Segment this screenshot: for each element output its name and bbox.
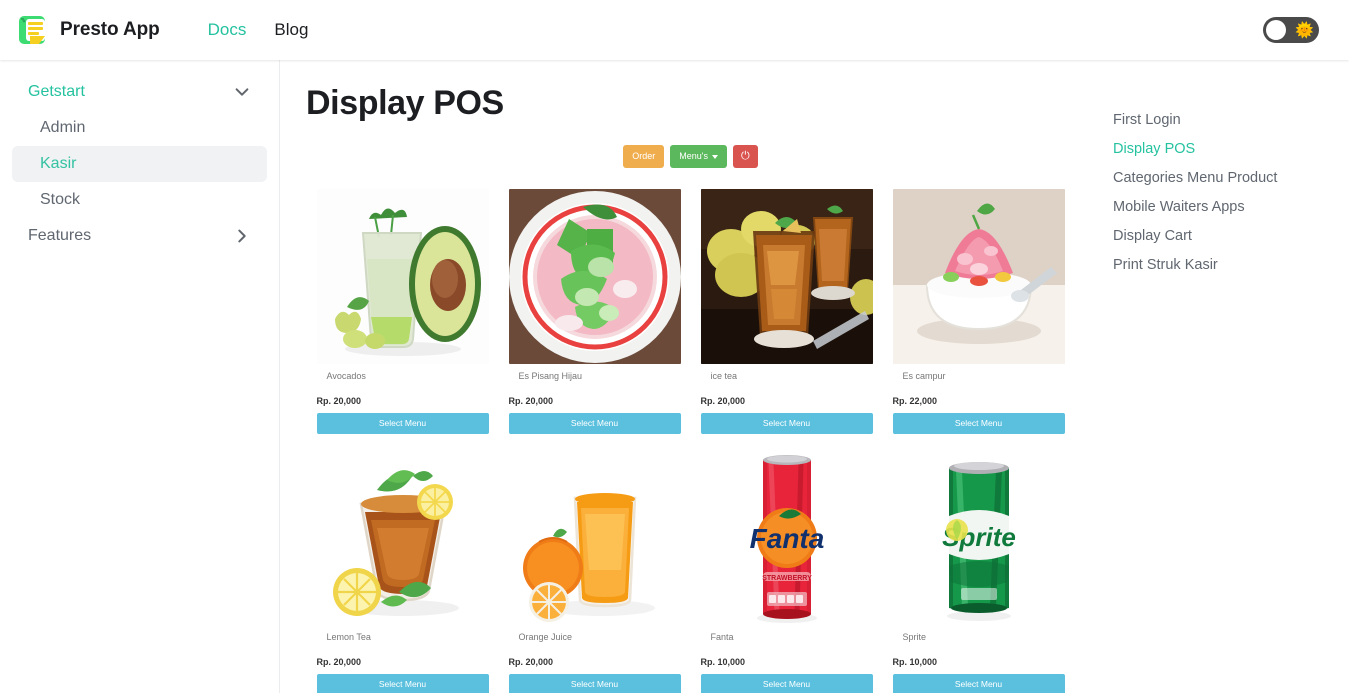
product-card[interactable]: Orange Juice Rp. 20,000 Select Menu [508, 450, 681, 693]
product-name: Avocados [326, 371, 366, 381]
product-price: Rp. 10,000 [892, 657, 938, 667]
toc-item-display-cart[interactable]: Display Cart [1113, 222, 1329, 251]
chevron-right-icon[interactable] [233, 227, 251, 245]
brand-link[interactable]: Presto App [18, 14, 160, 46]
nav-link-blog[interactable]: Blog [260, 16, 322, 44]
power-icon: ⏻ [741, 150, 750, 162]
svg-text:Fanta: Fanta [749, 523, 824, 554]
toc-item-print-struk-kasir[interactable]: Print Struk Kasir [1113, 251, 1329, 280]
product-name: Orange Juice [518, 632, 573, 642]
product-name: Lemon Tea [326, 632, 371, 642]
product-price: Rp. 20,000 [700, 396, 746, 406]
select-menu-button[interactable]: Select Menu [508, 413, 681, 434]
product-image-es-campur [892, 189, 1065, 364]
sidebar-item-label: Stock [40, 191, 81, 208]
product-card[interactable]: Sprite Sprite Rp. 10,000 Select Menu [892, 450, 1065, 693]
product-card[interactable]: ice tea Rp. 20,000 Select Menu [700, 189, 873, 434]
product-name: Es Pisang Hijau [518, 371, 583, 381]
select-menu-button[interactable]: Select Menu [892, 413, 1065, 434]
product-card[interactable]: Es campur Rp. 22,000 Select Menu [892, 189, 1065, 434]
sidebar-item-label: Getstart [28, 83, 85, 100]
select-menu-button[interactable]: Select Menu [700, 674, 873, 693]
product-card[interactable]: Es Pisang Hijau Rp. 20,000 Select Menu [508, 189, 681, 434]
sidebar-item-features[interactable]: Features [12, 218, 267, 254]
select-menu-button[interactable]: Select Menu [892, 674, 1065, 693]
select-menu-button[interactable]: Select Menu [508, 674, 681, 693]
product-price: Rp. 20,000 [508, 657, 554, 667]
product-price: Rp. 20,000 [316, 396, 362, 406]
product-card[interactable]: Lemon Tea Rp. 20,000 Select Menu [316, 450, 489, 693]
product-price: Rp. 20,000 [508, 396, 554, 406]
nav-link-docs[interactable]: Docs [194, 16, 261, 44]
product-image-ice-tea [700, 189, 873, 364]
product-image-orange-juice [508, 450, 681, 625]
caret-down-icon [712, 154, 719, 159]
order-button[interactable]: Order [623, 145, 665, 168]
product-card[interactable]: Fanta STRAWBERRY Fanta Rp. 10,000 Select… [700, 450, 873, 693]
sidebar-item-label: Features [28, 227, 92, 244]
select-menu-button[interactable]: Select Menu [700, 413, 873, 434]
toc-item-categories-menu-product[interactable]: Categories Menu Product [1113, 164, 1329, 193]
page-body: Getstart Admin Kasir Stock Features Disp… [0, 60, 1349, 693]
product-price: Rp. 22,000 [892, 396, 938, 406]
product-price: Rp. 10,000 [700, 657, 746, 667]
sidebar-item-label: Kasir [40, 155, 77, 172]
product-image-es-pisang-hijau [508, 189, 681, 364]
product-image-fanta-can: Fanta STRAWBERRY [700, 450, 873, 625]
top-navbar: Presto App Docs Blog 🌞 [0, 0, 1349, 60]
product-image-lemon-tea [316, 450, 489, 625]
sidebar-item-label: Admin [40, 119, 86, 136]
nav-links: Docs Blog [194, 16, 323, 44]
toc-item-display-pos[interactable]: Display POS [1113, 135, 1329, 164]
table-of-contents: First Login Display POS Categories Menu … [1099, 60, 1349, 693]
sun-icon: 🌞 [1295, 21, 1314, 39]
menus-dropdown-button[interactable]: Menu's [670, 145, 728, 168]
product-name: Sprite [902, 632, 927, 642]
product-name: Es campur [902, 371, 946, 381]
pos-screenshot: Order Menu's ⏻ Avocados Rp. 20,000 Selec… [316, 145, 1065, 693]
toggle-knob [1266, 20, 1286, 40]
brand-title: Presto App [60, 19, 160, 40]
product-name: Fanta [710, 632, 734, 642]
toc-item-first-login[interactable]: First Login [1113, 106, 1329, 135]
power-button[interactable]: ⏻ [733, 145, 758, 168]
main-content: Display POS Order Menu's ⏻ Avocados Rp. … [280, 60, 1099, 693]
chevron-down-icon[interactable] [233, 83, 251, 101]
page-title: Display POS [306, 84, 504, 122]
product-name: ice tea [710, 371, 738, 381]
sidebar-item-admin[interactable]: Admin [12, 110, 267, 146]
sidebar-item-stock[interactable]: Stock [12, 182, 267, 218]
product-image-avocado-juice [316, 189, 489, 364]
theme-toggle[interactable]: 🌞 [1263, 17, 1319, 43]
sidebar-item-getstart[interactable]: Getstart [12, 74, 267, 110]
left-sidebar: Getstart Admin Kasir Stock Features [0, 60, 280, 693]
presto-app-logo-icon [18, 14, 50, 46]
select-menu-button[interactable]: Select Menu [316, 413, 489, 434]
toc-item-mobile-waiters-apps[interactable]: Mobile Waiters Apps [1113, 193, 1329, 222]
doc-wrapper: Display POS Order Menu's ⏻ Avocados Rp. … [280, 84, 1099, 693]
pos-toolbar: Order Menu's ⏻ [317, 145, 1065, 168]
product-card[interactable]: Avocados Rp. 20,000 Select Menu [316, 189, 489, 434]
product-price: Rp. 20,000 [316, 657, 362, 667]
select-menu-button[interactable]: Select Menu [316, 674, 489, 693]
navbar-right: 🌞 [1263, 17, 1333, 43]
svg-text:STRAWBERRY: STRAWBERRY [762, 575, 812, 582]
product-grid: Avocados Rp. 20,000 Select Menu Es Pisan… [316, 189, 1065, 693]
menus-label: Menu's [679, 151, 709, 161]
sidebar-item-kasir[interactable]: Kasir [12, 146, 267, 182]
product-image-sprite-can: Sprite [892, 450, 1065, 625]
